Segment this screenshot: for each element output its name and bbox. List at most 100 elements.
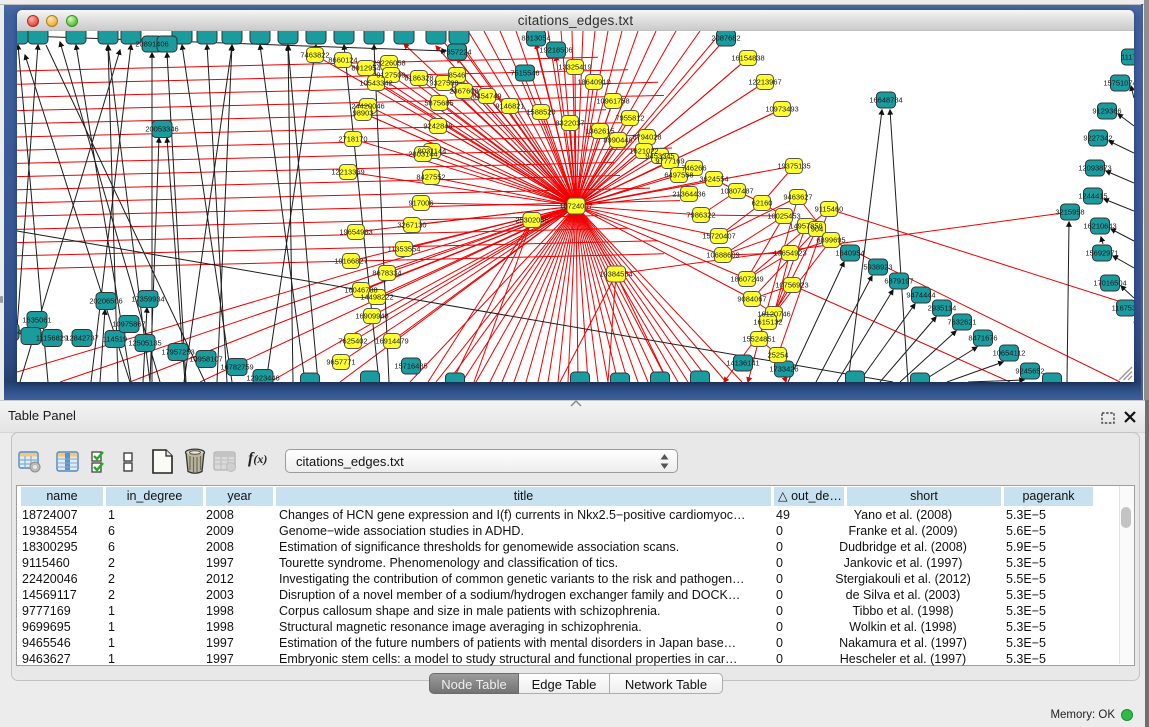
svg-text:6794028: 6794028 xyxy=(632,133,661,142)
svg-text:8990448: 8990448 xyxy=(603,136,632,145)
svg-text:1244415: 1244415 xyxy=(1078,192,1107,201)
svg-text:9146821: 9146821 xyxy=(495,102,524,111)
svg-text:391154: 391154 xyxy=(17,328,21,337)
svg-text:9463627: 9463627 xyxy=(783,193,812,202)
svg-text:9657771: 9657771 xyxy=(326,358,355,367)
svg-text:746266: 746266 xyxy=(681,164,706,173)
svg-text:2718170: 2718170 xyxy=(338,135,367,144)
svg-text:23226058: 23226058 xyxy=(372,59,405,68)
svg-text:98903: 98903 xyxy=(353,109,374,118)
svg-text:18607249: 18607249 xyxy=(730,275,763,284)
svg-text:13325419: 13325419 xyxy=(558,63,591,72)
svg-text:2935114: 2935114 xyxy=(928,304,957,313)
svg-text:10688609: 10688609 xyxy=(706,251,739,260)
svg-text:15716485: 15716485 xyxy=(394,362,427,371)
svg-text:1362615: 1362615 xyxy=(585,127,614,136)
svg-text:3215958: 3215958 xyxy=(1055,208,1084,217)
svg-text:12093873: 12093873 xyxy=(1078,164,1111,173)
svg-text:9245652: 9245652 xyxy=(1015,367,1044,376)
svg-text:19166827: 19166827 xyxy=(334,257,367,266)
svg-text:20206506: 20206506 xyxy=(89,297,122,306)
svg-text:5875685: 5875685 xyxy=(424,99,453,108)
svg-text:16154838: 16154838 xyxy=(731,54,764,63)
svg-text:8546: 8546 xyxy=(449,71,466,80)
svg-text:10543342: 10543342 xyxy=(359,79,392,88)
svg-text:5938923: 5938923 xyxy=(863,263,892,272)
svg-text:1635061: 1635061 xyxy=(22,316,51,325)
svg-text:10958107: 10958107 xyxy=(189,355,222,364)
svg-text:17016504: 17016504 xyxy=(1093,279,1126,288)
svg-text:16210643: 16210643 xyxy=(1083,222,1116,231)
svg-text:15692971: 15692971 xyxy=(1085,249,1118,258)
svg-text:17359934: 17359934 xyxy=(131,295,164,304)
svg-text:8678334: 8678334 xyxy=(372,269,401,278)
svg-text:3267130: 3267130 xyxy=(397,221,426,230)
svg-text:18724007: 18724007 xyxy=(559,202,592,211)
svg-text:10654112: 10654112 xyxy=(993,349,1026,358)
svg-text:10807487: 10807487 xyxy=(720,187,753,196)
svg-text:3624554: 3624554 xyxy=(699,175,728,184)
svg-text:16782759: 16782759 xyxy=(220,363,253,372)
svg-text:7632621: 7632621 xyxy=(947,318,976,327)
svg-text:9777169: 9777169 xyxy=(655,157,684,166)
svg-text:11178: 11178 xyxy=(1121,53,1134,62)
svg-text:9129366: 9129366 xyxy=(1092,107,1121,116)
svg-text:7515546: 7515546 xyxy=(510,69,539,78)
svg-text:8427552: 8427552 xyxy=(416,173,445,182)
svg-text:12842737: 12842737 xyxy=(65,334,98,343)
svg-text:1588520: 1588520 xyxy=(526,108,555,117)
svg-text:904: 904 xyxy=(811,225,824,234)
svg-text:16914479: 16914479 xyxy=(375,337,408,346)
svg-text:11156829: 11156829 xyxy=(36,334,68,343)
svg-text:9084067: 9084067 xyxy=(737,295,766,304)
svg-text:7463822: 7463822 xyxy=(300,51,329,60)
svg-text:14498222: 14498222 xyxy=(360,293,393,302)
svg-text:2087682: 2087682 xyxy=(711,34,740,43)
svg-text:15524851: 15524851 xyxy=(742,335,775,344)
svg-text:62160: 62160 xyxy=(752,199,773,208)
svg-text:19375135: 19375135 xyxy=(777,162,810,171)
svg-text:21364436: 21364436 xyxy=(672,190,705,199)
svg-text:19384554: 19384554 xyxy=(599,270,632,279)
svg-text:20891406: 20891406 xyxy=(135,40,168,49)
svg-text:12923446: 12923446 xyxy=(246,374,279,383)
svg-text:25254: 25254 xyxy=(768,351,789,360)
svg-text:1167534: 1167534 xyxy=(1112,304,1134,313)
svg-text:10973493: 10973493 xyxy=(765,105,798,114)
svg-text:16909948: 16909948 xyxy=(355,312,388,321)
svg-text:6899695: 6899695 xyxy=(816,236,845,245)
svg-text:8471676: 8471676 xyxy=(968,334,997,343)
svg-text:20053346: 20053346 xyxy=(145,125,178,134)
svg-text:9242848: 9242848 xyxy=(423,122,452,131)
svg-text:114519: 114519 xyxy=(103,335,127,344)
svg-text:10756923: 10756923 xyxy=(775,281,808,290)
svg-text:11353554: 11353554 xyxy=(388,245,421,254)
svg-text:9115460: 9115460 xyxy=(815,205,844,214)
svg-text:8813054: 8813054 xyxy=(521,34,550,43)
svg-text:8322037: 8322037 xyxy=(555,119,584,128)
svg-text:10025453: 10025453 xyxy=(767,212,800,221)
svg-text:10975867: 10975867 xyxy=(112,320,145,329)
svg-text:15751074: 15751074 xyxy=(1103,79,1134,88)
svg-text:12505135: 12505135 xyxy=(128,339,161,348)
svg-text:7986322: 7986322 xyxy=(686,211,715,220)
svg-text:13654923: 13654923 xyxy=(773,249,806,258)
svg-text:19654983: 19654983 xyxy=(339,228,372,237)
svg-text:7955812: 7955812 xyxy=(615,114,644,123)
svg-text:12213967: 12213967 xyxy=(748,78,781,87)
svg-text:14136141: 14136141 xyxy=(726,359,759,368)
svg-text:1640954: 1640954 xyxy=(835,249,864,258)
svg-text:15720407: 15720407 xyxy=(702,232,735,241)
svg-text:2803144: 2803144 xyxy=(408,150,437,159)
svg-text:1733426: 1733426 xyxy=(769,365,798,374)
svg-text:7357224: 7357224 xyxy=(442,48,471,57)
svg-text:7625402: 7625402 xyxy=(338,337,367,346)
svg-text:9474444: 9474444 xyxy=(906,291,935,300)
svg-text:9227342: 9227342 xyxy=(1083,134,1112,143)
svg-text:1615132: 1615132 xyxy=(753,318,782,327)
svg-text:19218506: 19218506 xyxy=(539,46,572,55)
svg-text:917006: 917006 xyxy=(408,199,433,208)
svg-text:18640910: 18640910 xyxy=(577,78,610,87)
svg-text:12213369: 12213369 xyxy=(331,168,364,177)
svg-text:10961758: 10961758 xyxy=(596,97,629,106)
